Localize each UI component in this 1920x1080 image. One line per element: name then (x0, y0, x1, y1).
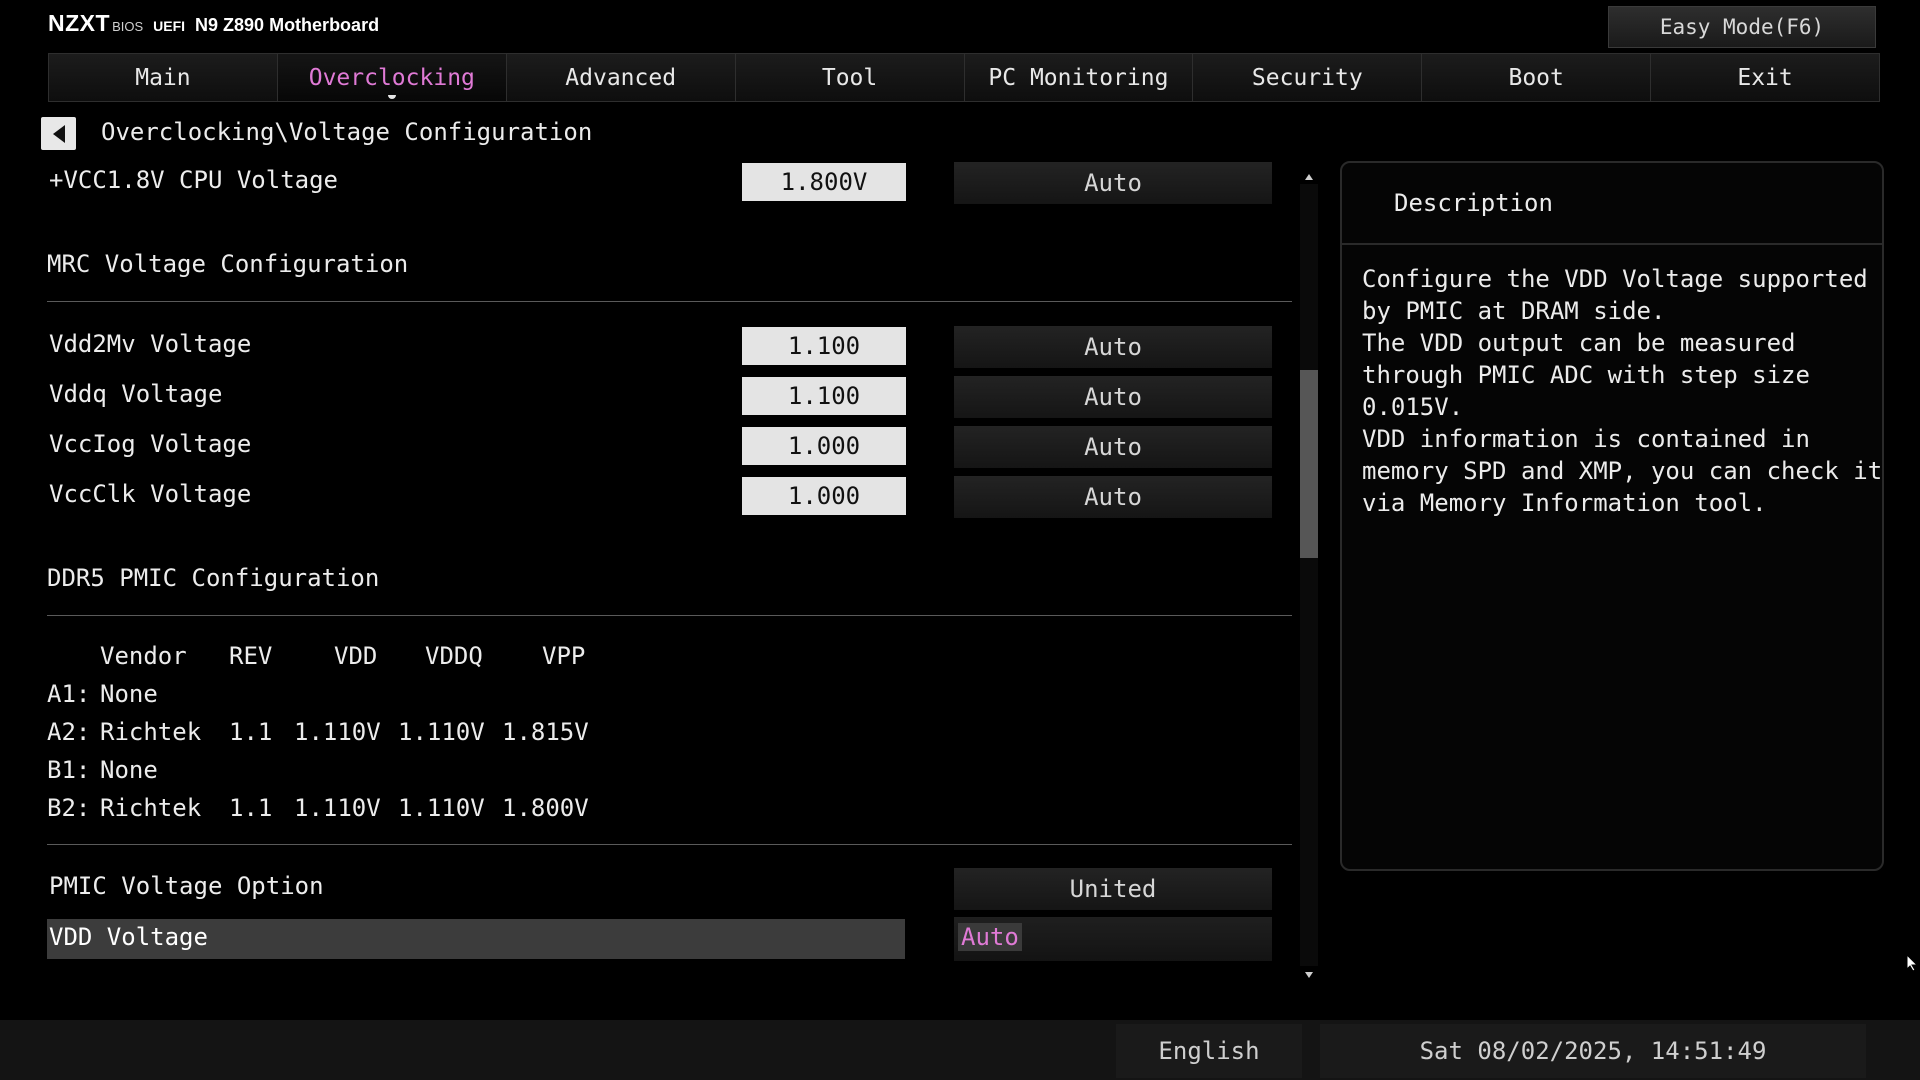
scrollbar-thumb[interactable] (1300, 370, 1318, 558)
vccclk-voltage-value: 1.000 (742, 477, 906, 515)
pmic-row-vddq: 1.110V (398, 718, 485, 746)
breadcrumb: Overclocking\Voltage Configuration (101, 118, 593, 146)
pmic-row-vpp: 1.815V (502, 718, 589, 746)
vddq-voltage-value: 1.100 (742, 377, 906, 415)
vcciog-voltage-value: 1.000 (742, 427, 906, 465)
pmic-voltage-option-label: PMIC Voltage Option (49, 872, 324, 900)
back-button[interactable] (41, 117, 76, 150)
vcc18-cpu-voltage-option[interactable]: Auto (954, 162, 1272, 204)
language-button[interactable]: English (1116, 1024, 1302, 1078)
divider (47, 844, 1292, 845)
description-title: Description (1342, 163, 1882, 245)
tab-security[interactable]: Security (1192, 53, 1422, 102)
vdd2mv-voltage-option[interactable]: Auto (954, 326, 1272, 368)
pmic-row-vendor: None (100, 756, 158, 784)
scroll-up-icon[interactable] (1302, 170, 1316, 184)
vcc18-cpu-voltage-value: 1.800V (742, 163, 906, 201)
description-line: by PMIC at DRAM side. (1362, 297, 1666, 325)
description-line: through PMIC ADC with step size (1362, 361, 1810, 389)
description-line: VDD information is contained in (1362, 425, 1810, 453)
vdd-voltage-row-selected[interactable]: VDD Voltage (47, 919, 905, 959)
main-tabs: Main Overclocking Advanced Tool PC Monit… (48, 53, 1880, 102)
description-line: via Memory Information tool. (1362, 489, 1767, 517)
tab-tool[interactable]: Tool (734, 53, 964, 102)
vdd-voltage-input[interactable]: Auto (954, 917, 1272, 961)
brand-logo: NZXT BIOS UEFI N9 Z890 Motherboard (48, 10, 379, 42)
pmic-header-vdd: VDD (334, 642, 378, 670)
scrollbar-track[interactable] (1300, 184, 1318, 966)
divider (47, 301, 1292, 302)
motherboard-model: N9 Z890 Motherboard (195, 15, 380, 35)
pmic-row-vdd: 1.110V (294, 718, 381, 746)
pmic-row-vdd: 1.110V (294, 794, 381, 822)
tab-pc-monitoring[interactable]: PC Monitoring (963, 53, 1193, 102)
vccclk-voltage-label: VccClk Voltage (49, 480, 252, 508)
pmic-row-vpp: 1.800V (502, 794, 589, 822)
divider (47, 615, 1292, 616)
pmic-row-vendor: None (100, 680, 158, 708)
tab-advanced[interactable]: Advanced (505, 53, 735, 102)
pmic-row-vddq: 1.110V (398, 794, 485, 822)
tab-main[interactable]: Main (48, 53, 277, 102)
description-body: Configure the VDD Voltage supported by P… (1342, 245, 1882, 519)
uefi-label: UEFI (153, 18, 186, 34)
pmic-row-slot: A2: (47, 718, 91, 746)
pmic-header-vpp: VPP (542, 642, 586, 670)
date-time-display[interactable]: Sat 08/02/2025, 14:51:49 (1320, 1024, 1866, 1078)
vdd-voltage-value: Auto (958, 923, 1022, 951)
description-line: 0.015V. (1362, 393, 1464, 421)
pmic-row-slot: A1: (47, 680, 91, 708)
nzxt-logo: NZXT (48, 10, 111, 36)
description-panel: Description Configure the VDD Voltage su… (1340, 161, 1884, 871)
pmic-row-slot: B1: (47, 756, 91, 784)
vddq-voltage-option[interactable]: Auto (954, 376, 1272, 418)
vdd2mv-voltage-value: 1.100 (742, 327, 906, 365)
pmic-row-vendor: Richtek (100, 794, 202, 822)
vdd-voltage-label: VDD Voltage (49, 923, 208, 951)
tab-exit[interactable]: Exit (1650, 53, 1880, 102)
vccclk-voltage-option[interactable]: Auto (954, 476, 1272, 518)
pmic-header-rev: REV (229, 642, 273, 670)
mouse-cursor-icon (1906, 953, 1919, 976)
pmic-voltage-option-button[interactable]: United (954, 868, 1272, 910)
vdd2mv-voltage-label: Vdd2Mv Voltage (49, 330, 252, 358)
easy-mode-button[interactable]: Easy Mode(F6) (1608, 6, 1876, 48)
description-line: Configure the VDD Voltage supported (1362, 265, 1868, 293)
pmic-header-vddq: VDDQ (425, 642, 483, 670)
vcciog-voltage-option[interactable]: Auto (954, 426, 1272, 468)
vddq-voltage-label: Vddq Voltage (49, 380, 223, 408)
pmic-header-vendor: Vendor (100, 642, 187, 670)
mrc-section-title: MRC Voltage Configuration (47, 250, 409, 278)
bios-label: BIOS (112, 19, 144, 34)
tab-boot[interactable]: Boot (1421, 53, 1651, 102)
vcc18-cpu-voltage-label: +VCC1.8V CPU Voltage (49, 166, 338, 194)
arrow-left-icon (52, 124, 65, 143)
pmic-row-rev: 1.1 (229, 718, 273, 746)
pmic-row-vendor: Richtek (100, 718, 202, 746)
vcciog-voltage-label: VccIog Voltage (49, 430, 252, 458)
description-line: memory SPD and XMP, you can check it (1362, 457, 1883, 485)
pmic-section-title: DDR5 PMIC Configuration (47, 564, 380, 592)
scroll-down-icon[interactable] (1302, 968, 1316, 982)
description-line: The VDD output can be measured (1362, 329, 1796, 357)
bios-screen: NZXT BIOS UEFI N9 Z890 Motherboard Easy … (0, 0, 1920, 1080)
tab-overclocking[interactable]: Overclocking (276, 53, 506, 102)
pmic-row-rev: 1.1 (229, 794, 273, 822)
pmic-row-slot: B2: (47, 794, 91, 822)
